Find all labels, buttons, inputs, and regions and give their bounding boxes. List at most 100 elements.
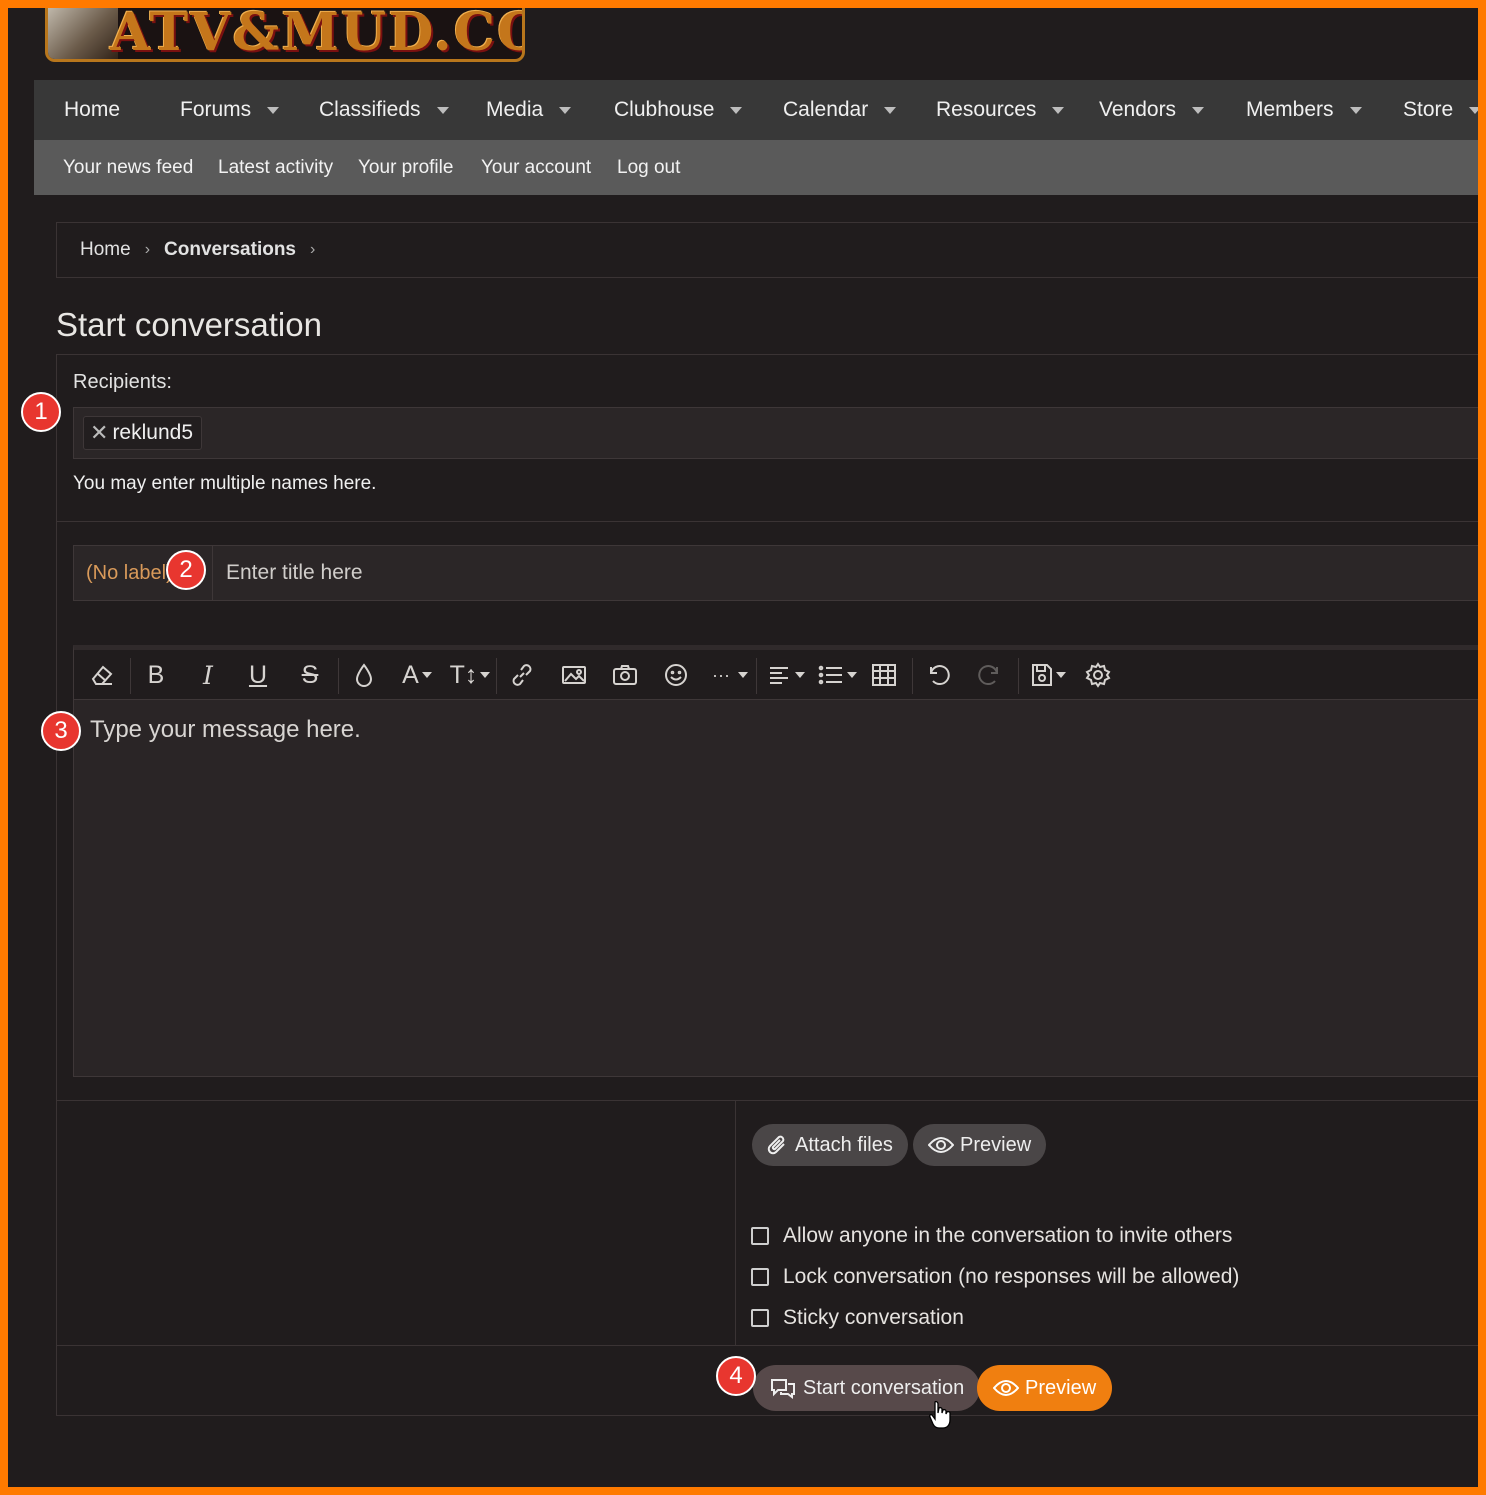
bold-icon[interactable]: B bbox=[138, 650, 174, 700]
breadcrumb-home[interactable]: Home bbox=[80, 239, 131, 261]
nav-resources[interactable]: Resources bbox=[936, 80, 1065, 140]
image-icon[interactable] bbox=[556, 650, 592, 700]
chevron-down-icon bbox=[794, 672, 805, 678]
strikethrough-icon[interactable]: S bbox=[292, 650, 328, 700]
camera-icon[interactable] bbox=[607, 650, 643, 700]
nav-members-label: Members bbox=[1246, 98, 1334, 121]
option-allow-invite-label: Allow anyone in the conversation to invi… bbox=[783, 1224, 1233, 1247]
chevron-down-icon[interactable] bbox=[1469, 106, 1478, 114]
step-marker-1: 1 bbox=[21, 392, 61, 432]
subnav-your-profile[interactable]: Your profile bbox=[358, 140, 453, 195]
main-nav: Home Forums Classifieds Media Clubhouse … bbox=[34, 80, 1478, 140]
nav-vendors[interactable]: Vendors bbox=[1099, 80, 1205, 140]
option-sticky-conversation[interactable]: Sticky conversation bbox=[751, 1306, 964, 1330]
breadcrumb-conversations[interactable]: Conversations bbox=[164, 239, 296, 261]
recipients-label: Recipients: bbox=[73, 371, 172, 393]
message-editor[interactable]: B I U S A T↕ ··· Type your message here. bbox=[73, 645, 1478, 1077]
option-sticky-conversation-label: Sticky conversation bbox=[783, 1306, 964, 1329]
site-logo[interactable]: ATV&MUD.COM bbox=[45, 8, 525, 62]
subnav-your-account[interactable]: Your account bbox=[481, 140, 591, 195]
nav-store-label: Store bbox=[1403, 98, 1454, 121]
nav-media[interactable]: Media bbox=[486, 80, 572, 140]
more-options-label: ··· bbox=[712, 664, 730, 685]
option-lock-conversation[interactable]: Lock conversation (no responses will be … bbox=[751, 1265, 1239, 1289]
font-family-label: A bbox=[402, 660, 419, 689]
recipients-input[interactable]: ✕ reklund5 bbox=[73, 407, 1478, 459]
breadcrumb-separator: › bbox=[144, 241, 151, 258]
preview-label: Preview bbox=[1025, 1376, 1097, 1399]
undo-icon[interactable] bbox=[920, 650, 956, 700]
breadcrumb-separator: › bbox=[310, 241, 316, 258]
preview-label-small: Preview bbox=[960, 1133, 1032, 1156]
chevron-down-icon[interactable] bbox=[730, 106, 743, 114]
nav-clubhouse-label: Clubhouse bbox=[614, 98, 715, 121]
chevron-down-icon[interactable] bbox=[1052, 106, 1065, 114]
recipients-hint: You may enter multiple names here. bbox=[73, 473, 377, 494]
chevron-down-icon[interactable] bbox=[1192, 106, 1205, 114]
chevron-down-icon[interactable] bbox=[559, 106, 572, 114]
toolbar-separator bbox=[496, 658, 497, 694]
more-options-icon[interactable]: ··· bbox=[708, 650, 752, 700]
link-icon[interactable] bbox=[504, 650, 540, 700]
toolbar-separator bbox=[338, 658, 339, 694]
underline-icon[interactable]: U bbox=[240, 650, 276, 700]
preview-button[interactable]: Preview bbox=[977, 1365, 1113, 1411]
nav-classifieds[interactable]: Classifieds bbox=[319, 80, 449, 140]
eraser-icon[interactable] bbox=[84, 650, 120, 700]
nav-store[interactable]: Store bbox=[1403, 80, 1478, 140]
option-allow-invite[interactable]: Allow anyone in the conversation to invi… bbox=[751, 1224, 1232, 1248]
nav-forums[interactable]: Forums bbox=[180, 80, 280, 140]
message-placeholder[interactable]: Type your message here. bbox=[90, 716, 361, 744]
sub-nav: Your news feed Latest activity Your prof… bbox=[34, 140, 1478, 195]
subnav-log-out[interactable]: Log out bbox=[617, 140, 680, 195]
chevron-down-icon[interactable] bbox=[267, 106, 280, 114]
nav-members[interactable]: Members bbox=[1246, 80, 1362, 140]
nav-resources-label: Resources bbox=[936, 98, 1037, 121]
divider bbox=[57, 521, 1478, 522]
smiley-icon[interactable] bbox=[658, 650, 694, 700]
divider bbox=[735, 1101, 736, 1345]
page-frame: ATV&MUD.COM Home Forums Classifieds Medi… bbox=[8, 8, 1478, 1487]
subnav-news-feed[interactable]: Your news feed bbox=[63, 140, 193, 195]
checkbox[interactable] bbox=[751, 1227, 769, 1245]
font-family-icon[interactable]: A bbox=[394, 650, 440, 700]
step-marker-3: 3 bbox=[41, 711, 81, 751]
list-icon[interactable] bbox=[814, 650, 860, 700]
nav-home-label: Home bbox=[64, 98, 121, 121]
checkbox[interactable] bbox=[751, 1309, 769, 1327]
redo-icon[interactable] bbox=[972, 650, 1008, 700]
title-row: (No label) Enter title here bbox=[73, 545, 1478, 601]
subnav-latest-activity[interactable]: Latest activity bbox=[218, 140, 333, 195]
chevron-down-icon bbox=[1055, 672, 1066, 678]
toolbar-separator bbox=[912, 658, 913, 694]
remove-token-icon[interactable]: ✕ bbox=[90, 420, 108, 446]
attach-files-label: Attach files bbox=[795, 1133, 893, 1156]
recipient-token[interactable]: ✕ reklund5 bbox=[83, 416, 202, 450]
logo-photo bbox=[48, 8, 118, 59]
preview-button-small[interactable]: Preview bbox=[913, 1124, 1047, 1166]
nav-calendar[interactable]: Calendar bbox=[783, 80, 897, 140]
font-size-icon[interactable]: T↕ bbox=[446, 650, 494, 700]
divider bbox=[57, 1345, 1478, 1346]
checkbox[interactable] bbox=[751, 1268, 769, 1286]
text-color-icon[interactable] bbox=[346, 650, 382, 700]
nav-forums-label: Forums bbox=[180, 98, 252, 121]
chevron-down-icon[interactable] bbox=[1349, 106, 1362, 114]
recipient-token-label: reklund5 bbox=[112, 421, 193, 444]
font-size-label: T↕ bbox=[449, 660, 478, 689]
nav-clubhouse[interactable]: Clubhouse bbox=[614, 80, 743, 140]
nav-vendors-label: Vendors bbox=[1099, 98, 1177, 121]
option-lock-conversation-label: Lock conversation (no responses will be … bbox=[783, 1265, 1240, 1288]
title-input[interactable]: Enter title here bbox=[226, 546, 363, 600]
chevron-down-icon[interactable] bbox=[436, 106, 449, 114]
table-icon[interactable] bbox=[866, 650, 902, 700]
italic-icon[interactable]: I bbox=[190, 650, 226, 700]
chevron-down-icon[interactable] bbox=[884, 106, 897, 114]
settings-icon[interactable] bbox=[1080, 650, 1116, 700]
attach-files-button[interactable]: Attach files bbox=[752, 1124, 908, 1166]
align-icon[interactable] bbox=[764, 650, 808, 700]
nav-home[interactable]: Home bbox=[64, 80, 120, 140]
drafts-icon[interactable] bbox=[1026, 650, 1070, 700]
page-title: Start conversation bbox=[56, 306, 322, 343]
hand-cursor-icon bbox=[928, 1400, 952, 1435]
